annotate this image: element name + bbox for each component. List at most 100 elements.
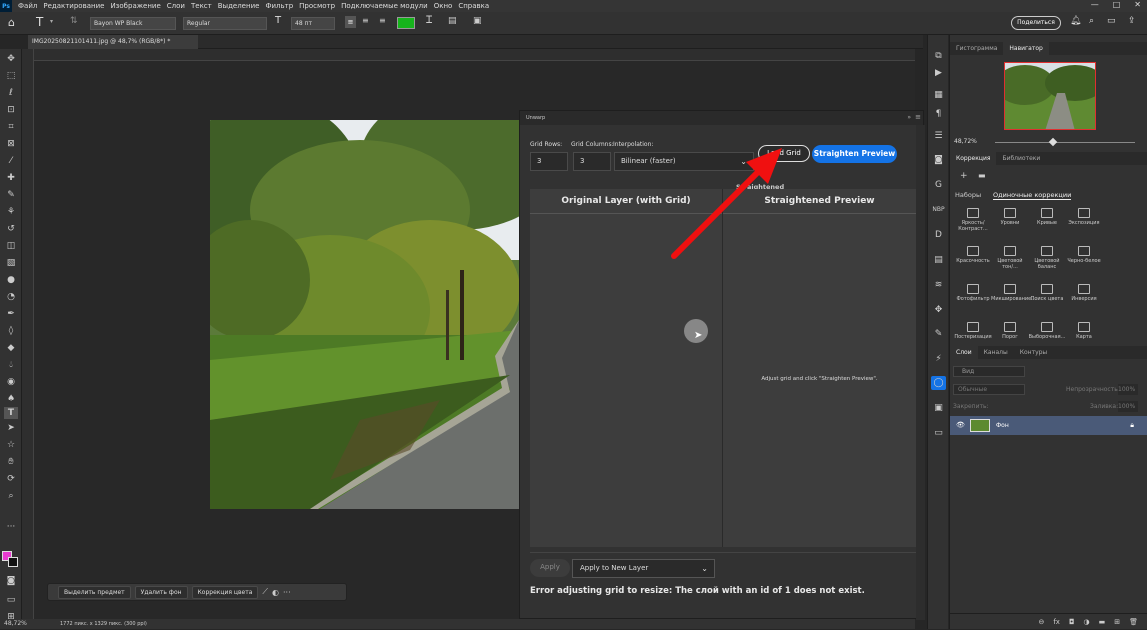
search-icon[interactable]: ⌕: [1089, 16, 1094, 26]
align-left-icon[interactable]: ≡: [345, 16, 356, 28]
eraser-alt-icon[interactable]: ◊: [4, 325, 18, 337]
tab-paths[interactable]: Контуры: [1014, 346, 1053, 359]
adj-invert[interactable]: Инверсия: [1065, 284, 1103, 302]
folder-icon[interactable]: ▬: [978, 171, 986, 180]
sponge-icon[interactable]: ◉: [4, 376, 18, 388]
adj-hue[interactable]: Цветовой тон/...: [991, 246, 1029, 270]
3d-icon[interactable]: ▣: [473, 16, 482, 26]
move-tool-icon[interactable]: ✥: [4, 53, 18, 65]
marquee-tool-icon[interactable]: ⬚: [4, 70, 18, 82]
hand-tool-icon[interactable]: ✋︎: [4, 456, 18, 468]
object-select-icon[interactable]: ⊡: [4, 104, 18, 116]
adj-black-white[interactable]: Черно-белое: [1065, 246, 1103, 264]
panel-menu-icon[interactable]: ≡: [915, 113, 921, 121]
zoom-slider[interactable]: [995, 142, 1135, 143]
healing-brush-icon[interactable]: ✚: [4, 172, 18, 184]
play-icon[interactable]: ▶: [931, 66, 946, 80]
image-icon[interactable]: ▦: [931, 88, 946, 102]
image-alt-icon[interactable]: ▤: [931, 253, 946, 267]
home-icon[interactable]: ⌂: [8, 16, 15, 29]
history-brush-icon[interactable]: ↺: [4, 223, 18, 235]
layer-row-background[interactable]: 👁︎ Фон 🔒︎: [950, 416, 1147, 435]
color-correction-button[interactable]: Коррекция цвета: [191, 585, 259, 599]
maximize-button[interactable]: □: [1113, 0, 1121, 9]
pen-path-icon[interactable]: ♠: [4, 393, 18, 405]
clone-stamp-icon[interactable]: ⚘: [4, 206, 18, 218]
wave-icon[interactable]: ≋: [931, 278, 946, 292]
menu-edit[interactable]: Редактирование: [43, 2, 104, 10]
more-icon[interactable]: ···: [283, 588, 291, 597]
share-button[interactable]: Поделиться: [1011, 16, 1061, 30]
share-icon[interactable]: ⇪: [1128, 16, 1136, 26]
grammarly-icon[interactable]: G: [931, 178, 946, 192]
type-tool-icon[interactable]: T: [36, 15, 43, 29]
adj-channel-mixer[interactable]: Микширование...: [991, 284, 1036, 302]
align-right-icon[interactable]: ≡: [379, 16, 386, 25]
nbp-icon[interactable]: NBP: [931, 203, 946, 217]
workspace-icon[interactable]: ▭: [1107, 16, 1116, 26]
brush-tool-icon[interactable]: ✎: [4, 189, 18, 201]
screen-mode-icon[interactable]: ▭: [4, 594, 18, 606]
menu-plugins[interactable]: Подключаемые модули: [341, 2, 428, 10]
contrast-icon[interactable]: ◐: [272, 588, 279, 597]
close-button[interactable]: ✕: [1134, 0, 1141, 9]
opacity-input[interactable]: 100%: [1118, 384, 1138, 395]
text-orientation-icon[interactable]: ⇅: [70, 16, 78, 26]
adj-photo-filter[interactable]: Фотофильтр: [954, 284, 992, 302]
collapse-icon[interactable]: »: [907, 114, 911, 121]
zoom-level[interactable]: 48,72%: [4, 619, 27, 629]
shape-tool-icon[interactable]: ☆: [4, 439, 18, 451]
shape-icon[interactable]: ⟋: [262, 587, 268, 597]
document-tab[interactable]: IMG20250821101411.jpg @ 48,7% (RGB/8*) *: [28, 35, 198, 49]
grid-rows-input[interactable]: 3: [530, 152, 568, 171]
gradient-tool-icon[interactable]: ▧: [4, 257, 18, 269]
pen-tool-icon[interactable]: ✒: [4, 308, 18, 320]
rotate-view-icon[interactable]: ⟳: [4, 473, 18, 485]
bell-icon[interactable]: 🔔︎: [1070, 16, 1081, 26]
zoom-tool-icon[interactable]: ⌕: [4, 490, 18, 502]
group-icon[interactable]: ▬: [1099, 614, 1106, 629]
eye-icon[interactable]: 👁︎: [956, 416, 965, 435]
tab-navigator[interactable]: Навигатор: [1003, 42, 1049, 55]
text-color-swatch[interactable]: [397, 17, 415, 29]
adjustment-layer-icon[interactable]: ◑: [1084, 614, 1090, 629]
tab-presets[interactable]: Наборы: [955, 191, 981, 199]
menu-type[interactable]: Текст: [191, 2, 212, 10]
do-icon[interactable]: D: [931, 228, 946, 242]
fx-icon[interactable]: fx: [1053, 614, 1060, 629]
tab-histogram[interactable]: Гистограмма: [950, 42, 1003, 55]
align-center-icon[interactable]: ≡: [362, 16, 369, 25]
adj-color-balance[interactable]: Цветовой баланс: [1028, 246, 1066, 270]
background-color-swatch[interactable]: [8, 557, 18, 567]
add-adjustment-icon[interactable]: +: [960, 171, 968, 181]
tab-single-adjustments[interactable]: Одиночные коррекции: [993, 191, 1072, 200]
document-image[interactable]: [210, 120, 519, 509]
path-select-icon[interactable]: ➤: [4, 422, 18, 434]
paint-bucket-icon[interactable]: ◆: [4, 342, 18, 354]
puzzle-icon[interactable]: ✥: [931, 303, 946, 317]
tab-libraries[interactable]: Библиотеки: [996, 152, 1046, 165]
paragraph-icon[interactable]: ¶: [931, 107, 946, 121]
select-subject-button[interactable]: Выделить предмет: [58, 585, 131, 599]
eyedropper-icon[interactable]: ⁄: [4, 155, 18, 167]
menu-file[interactable]: Файл: [18, 2, 37, 10]
straighten-preview-button[interactable]: Straighten Preview: [812, 145, 897, 163]
frame-tool-icon[interactable]: ⊠: [4, 138, 18, 150]
drop-icon[interactable]: 💧︎: [4, 359, 18, 371]
menu-view[interactable]: Просмотр: [299, 2, 335, 10]
layer-name[interactable]: Фон: [996, 416, 1009, 435]
tab-adjustments[interactable]: Коррекция: [950, 152, 997, 165]
adj-threshold[interactable]: Порог: [991, 322, 1029, 340]
zoom-slider-thumb[interactable]: [1048, 137, 1058, 147]
plugin-icon[interactable]: ⚡: [931, 352, 946, 366]
navigator-zoom[interactable]: 48,72%: [954, 138, 977, 145]
tab-channels[interactable]: Каналы: [978, 346, 1014, 359]
menu-filter[interactable]: Фильтр: [265, 2, 293, 10]
dodge-tool-icon[interactable]: ◔: [4, 291, 18, 303]
menu-layers[interactable]: Слои: [167, 2, 185, 10]
camera-icon[interactable]: ◙: [931, 153, 946, 167]
properties-icon[interactable]: ☰: [931, 129, 946, 143]
quick-mask-icon[interactable]: ◙: [4, 575, 18, 587]
menu-image[interactable]: Изображение: [110, 2, 160, 10]
panel-scrollbar[interactable]: [916, 125, 925, 620]
